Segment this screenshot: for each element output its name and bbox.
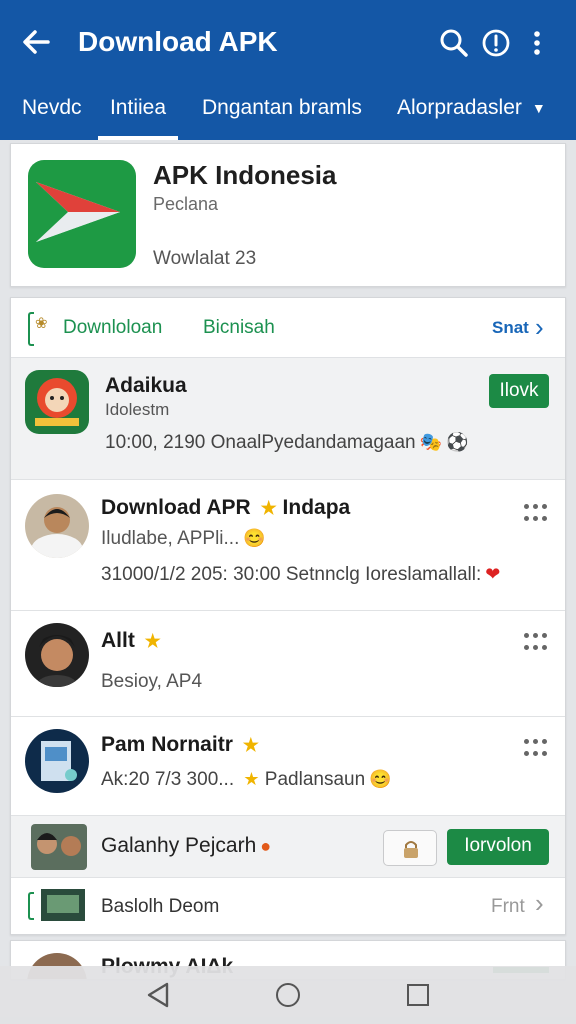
- star-icon: ★: [144, 630, 161, 651]
- list-item[interactable]: Adaikua Idolestm Ilovk 10:00, 2190 Onaal…: [11, 358, 565, 480]
- feed-header: ❀ Downloloan Bicnisah Snat ›: [11, 298, 565, 358]
- install-button[interactable]: Ilovk: [489, 374, 549, 408]
- section-bracket: [28, 312, 34, 346]
- list-item[interactable]: Pam Nornaitr ★ Ak:20 7/3 300... ★ Padlan…: [11, 717, 565, 816]
- list-item[interactable]: Download APR ★ Indapa Iludlabe, APPli...…: [11, 480, 565, 611]
- tab-bicnisah[interactable]: Bicnisah: [203, 317, 275, 339]
- info-icon[interactable]: [480, 26, 512, 60]
- avatar: [25, 623, 89, 687]
- feed-card: ❀ Downloloan Bicnisah Snat › Adaikua Ido…: [10, 297, 566, 935]
- arrow-left-icon[interactable]: [20, 24, 52, 60]
- avatar: [31, 824, 87, 870]
- lock-button[interactable]: [383, 830, 437, 866]
- tab-downloloan[interactable]: Downloloan: [63, 317, 162, 339]
- nav-home-icon[interactable]: [276, 983, 300, 1007]
- app-logo: [28, 160, 136, 268]
- item-meta: 10:00, 2190 OnaalPyedandamagaan 🎭 ⚽: [105, 432, 468, 454]
- tab-label: Intiiea: [109, 96, 167, 119]
- more-horizontal-icon[interactable]: [523, 739, 549, 761]
- nav-back-icon[interactable]: [146, 982, 170, 1008]
- tab-bar: Nevdc Intiiea Dngantan bramls Alorpradas…: [0, 88, 576, 140]
- item-subtitle: Idolestm: [105, 400, 170, 419]
- star-icon: ★: [242, 734, 259, 755]
- app-bar: Download APK Nevdc Intiiea Dngantan bram…: [0, 0, 576, 140]
- avatar: [25, 494, 89, 558]
- star-icon: ★: [243, 769, 260, 790]
- tab-dngantan-bramls[interactable]: Dngantan bramls: [202, 96, 362, 140]
- item-title-text: Allt: [101, 629, 135, 652]
- more-horizontal-icon[interactable]: [523, 633, 549, 655]
- section-bracket: [28, 892, 34, 920]
- lock-icon: [404, 841, 418, 858]
- search-icon[interactable]: [438, 26, 470, 60]
- item-subtitle: Iludlabe, APPli... 😊: [101, 528, 266, 550]
- item-title-text: Download APR: [101, 496, 251, 519]
- tab-nevdc[interactable]: Nevdc: [22, 96, 82, 140]
- app-bar-top-row: Download APK: [0, 0, 576, 88]
- item-title: Pam Nornaitr ★: [101, 733, 259, 757]
- more-horizontal-icon[interactable]: [523, 504, 549, 526]
- item-title: Download APR ★ Indapa: [101, 496, 350, 520]
- app-publisher: Peclana: [153, 194, 219, 214]
- avatar: [25, 370, 89, 434]
- list-item[interactable]: Allt ★ Besioy, AP4: [11, 611, 565, 717]
- app-downloads: Wowlalat 23: [153, 248, 257, 269]
- ball-emoji-icon: ⚽: [446, 432, 469, 453]
- item-meta: Ak:20 7/3 300... ★ Padlansaun 😊: [101, 769, 392, 791]
- item-title: Galanhy Pejcarh ●: [101, 834, 271, 858]
- chevron-right-icon[interactable]: ›: [535, 312, 544, 343]
- item-meta-text: Ak:20 7/3 300...: [101, 769, 235, 790]
- item-title: Allt ★: [101, 629, 161, 653]
- feed-footer[interactable]: Baslolh Deom Frnt ›: [11, 878, 565, 934]
- avatar: [25, 729, 89, 793]
- item-title: Adaikua: [105, 374, 187, 397]
- badge-icon: ●: [260, 835, 272, 856]
- page-title: Download APK: [78, 26, 278, 57]
- see-all-link[interactable]: Snat: [492, 318, 529, 338]
- item-title-text: Galanhy Pejcarh: [101, 834, 257, 857]
- item-subtitle: Besioy, AP4: [101, 671, 203, 692]
- item-title-text: Pam Nornaitr: [101, 733, 233, 756]
- chevron-right-icon[interactable]: ›: [535, 888, 544, 919]
- tab-label: Nevdc: [22, 96, 82, 119]
- item-meta: 31000/1/2 205: 30:00 Setnnclg Ioreslamal…: [101, 564, 500, 586]
- smile-emoji-icon: 😊: [243, 528, 266, 549]
- download-button[interactable]: Iorvolon: [447, 829, 549, 865]
- leaf-icon: ❀: [35, 315, 48, 332]
- tab-alorpradasler[interactable]: Alorpradasler ▼: [397, 96, 546, 140]
- game-emoji-icon: 🎭: [419, 432, 443, 453]
- item-title-suffix: Indapa: [282, 496, 351, 519]
- footer-label: Baslolh Deom: [101, 896, 220, 917]
- smile-emoji-icon: 😊: [369, 769, 392, 790]
- thumbnail-icon: [41, 889, 85, 921]
- app-header-card[interactable]: APK Indonesia Peclana Wowlalat 23: [10, 143, 566, 287]
- chevron-down-icon: ▼: [531, 100, 546, 117]
- item-meta-text: 10:00, 2190 OnaalPyedandamagaan: [105, 432, 416, 453]
- star-icon: ★: [260, 497, 277, 518]
- item-meta-text: 31000/1/2 205: 30:00 Setnnclg Ioreslamal…: [101, 564, 482, 585]
- item-meta-suffix: Padlansaun: [264, 769, 366, 790]
- heart-icon: ❤: [485, 564, 501, 585]
- tab-label: Alorpradasler: [397, 96, 522, 119]
- app-name: APK Indonesia: [153, 160, 337, 190]
- tab-label: Dngantan bramls: [202, 96, 362, 119]
- list-item[interactable]: Galanhy Pejcarh ● Iorvolon: [11, 816, 565, 878]
- system-nav-bar: [0, 966, 576, 1024]
- footer-action[interactable]: Frnt: [491, 896, 525, 918]
- tab-intiiea[interactable]: Intiiea: [98, 96, 178, 140]
- nav-recents-icon[interactable]: [407, 984, 429, 1006]
- item-subtitle-text: Iludlabe, APPli...: [101, 528, 240, 549]
- more-vertical-icon[interactable]: [530, 26, 544, 60]
